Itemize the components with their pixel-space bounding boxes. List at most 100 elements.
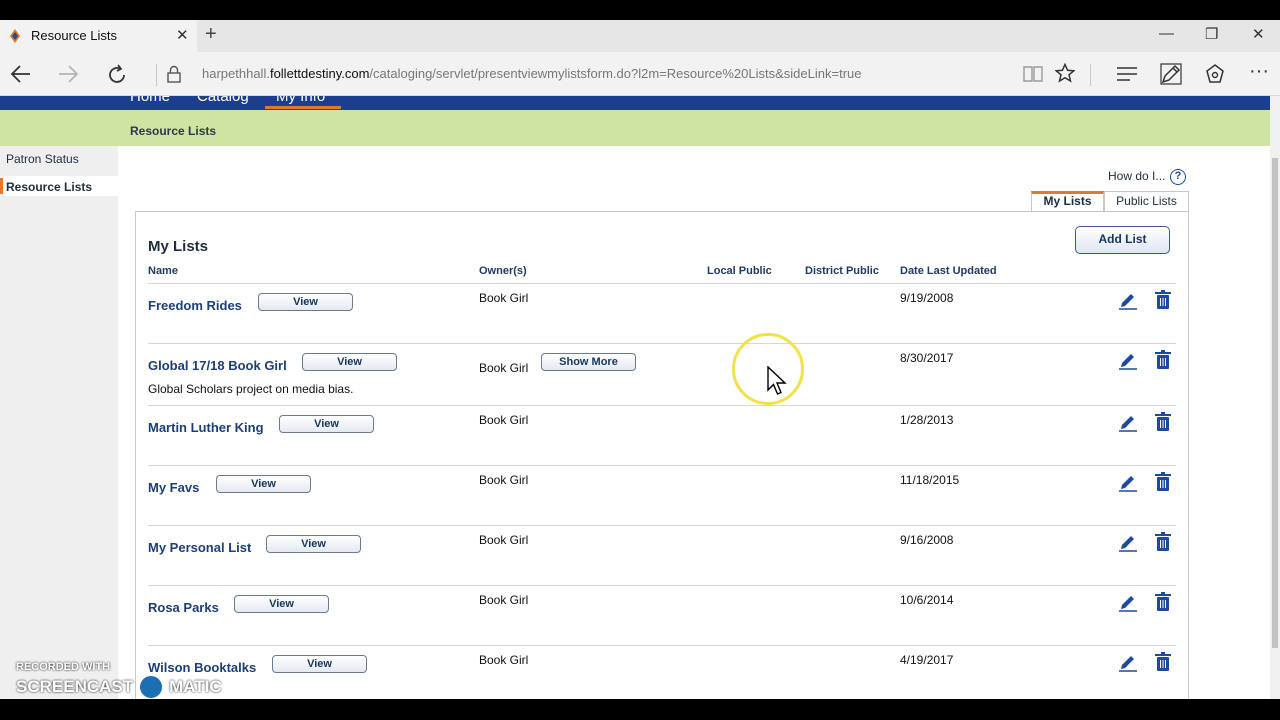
screen: Resource Lists ✕ + — ❐ ✕ harpethhall.fol… [0,0,1280,720]
nav-my-info[interactable]: My Info [276,96,325,105]
column-header-name[interactable]: Name [148,265,178,277]
nav-home[interactable]: Home [130,96,170,105]
edit-pencil-icon[interactable] [1118,472,1138,492]
edit-pencil-icon[interactable] [1118,652,1138,672]
top-navigation: Home Catalog My Info [0,96,1270,110]
list-name-link[interactable]: My Personal List [148,540,251,555]
list-row: Martin Luther King View Book Girl 1/28/2… [148,405,1176,465]
list-date: 8/30/2017 [900,351,954,365]
toolbar-separator [1090,64,1091,86]
lock-icon[interactable] [166,65,182,83]
edit-pencil-icon[interactable] [1118,350,1138,370]
tab-public-lists[interactable]: Public Lists [1104,191,1189,211]
close-tab-icon[interactable]: ✕ [176,26,189,44]
new-tab-icon[interactable]: + [205,23,217,46]
favicon-icon [10,29,20,43]
view-button[interactable]: View [272,655,367,673]
screencast-logo-icon [137,673,166,701]
list-date: 10/6/2014 [900,593,954,607]
list-row: My Personal List View Book Girl 9/16/200… [148,525,1176,585]
close-window-icon[interactable]: ✕ [1252,25,1265,43]
back-icon[interactable] [10,64,32,84]
watermark-word1: SCREENCAST [16,677,134,696]
watermark-line2: SCREENCAST MATIC [16,673,222,701]
share-icon[interactable] [1204,63,1226,85]
delete-trash-icon[interactable] [1153,290,1173,310]
url-prefix: harpethhall. [202,66,270,81]
view-button[interactable]: View [279,415,374,433]
page-scrollbar[interactable] [1270,96,1280,699]
sidebar: Patron Status Resource Lists [0,146,118,699]
delete-trash-icon[interactable] [1153,472,1173,492]
list-name-link[interactable]: Global 17/18 Book Girl [148,358,287,373]
toolbar-separator [156,64,157,86]
panel-title: My Lists [148,238,209,255]
scrollbar-thumb[interactable] [1272,158,1278,648]
sidebar-active-marker [0,178,3,194]
delete-trash-icon[interactable] [1153,350,1173,370]
hub-icon[interactable] [1116,66,1138,82]
web-page: Home Catalog My Info Resource Lists Patr… [0,96,1270,699]
delete-trash-icon[interactable] [1153,652,1173,672]
restore-icon[interactable]: ❐ [1205,25,1218,43]
edit-pencil-icon[interactable] [1118,532,1138,552]
view-button[interactable]: View [258,293,353,311]
address-bar[interactable]: harpethhall.follettdestiny.com/catalogin… [202,66,862,81]
tab-title: Resource Lists [31,28,117,43]
list-row: Rosa Parks View Book Girl 10/6/2014 [148,585,1176,645]
add-list-button[interactable]: Add List [1075,226,1170,254]
how-do-i-link[interactable]: How do I... [1108,169,1165,183]
browser-toolbar: harpethhall.follettdestiny.com/catalogin… [0,52,1280,96]
edit-pencil-icon[interactable] [1118,412,1138,432]
refresh-icon[interactable] [106,64,128,86]
show-more-button[interactable]: Show More [541,353,636,371]
top-black-bar [0,0,1280,20]
minimize-icon[interactable]: — [1159,25,1174,42]
sidebar-item-patron-status[interactable]: Patron Status [6,152,79,166]
watermark-word2: MATIC [169,677,222,696]
watermark-line1: RECORDED WITH [16,661,111,673]
browser-tab-strip: Resource Lists ✕ + — ❐ ✕ [0,20,1280,52]
column-header-owner[interactable]: Owner(s) [479,265,527,277]
url-path: /cataloging/servlet/presentviewmylistsfo… [369,66,862,81]
column-header-date-last-updated[interactable]: Date Last Updated [900,265,997,277]
list-name-link[interactable]: Martin Luther King [148,420,264,435]
view-button[interactable]: View [234,595,329,613]
reading-view-icon[interactable] [1023,65,1043,83]
list-row: Global 17/18 Book Girl View Global Schol… [148,343,1176,405]
tab-my-lists[interactable]: My Lists [1031,191,1104,211]
view-button[interactable]: View [266,535,361,553]
list-row: Wilson Booktalks View Book Girl 4/19/201… [148,645,1176,699]
list-owner: Book Girl [479,413,529,427]
favorite-star-icon[interactable] [1055,63,1075,83]
edit-pencil-icon[interactable] [1118,290,1138,310]
help-icon[interactable]: ? [1170,169,1186,185]
nav-active-indicator [265,106,341,109]
delete-trash-icon[interactable] [1153,412,1173,432]
forward-icon[interactable] [57,64,79,84]
list-owner: Book Girl [479,291,529,305]
view-button[interactable]: View [216,475,311,493]
column-header-district-public[interactable]: District Public [805,265,879,277]
column-header-local-public[interactable]: Local Public [707,265,772,277]
nav-catalog[interactable]: Catalog [197,96,249,105]
list-name-link[interactable]: Rosa Parks [148,600,219,615]
more-menu-icon[interactable]: ··· [1249,58,1269,84]
browser-tab[interactable]: Resource Lists ✕ [0,20,197,52]
list-owner: Book Girl [479,593,529,607]
list-name-link[interactable]: My Favs [148,480,199,495]
sidebar-item-resource-lists[interactable]: Resource Lists [6,180,92,194]
mouse-cursor-icon [767,366,787,395]
edit-pencil-icon[interactable] [1118,592,1138,612]
list-owner: Book Girl [479,533,529,547]
web-note-icon[interactable] [1160,63,1182,85]
view-button[interactable]: View [302,353,397,371]
delete-trash-icon[interactable] [1153,532,1173,552]
list-date: 4/19/2017 [900,653,954,667]
list-owner: Book Girl [479,473,529,487]
list-date: 9/19/2008 [900,291,954,305]
delete-trash-icon[interactable] [1153,592,1173,612]
list-description: Global Scholars project on media bias. [148,382,354,396]
list-name-link[interactable]: Freedom Rides [148,298,242,313]
list-row: My Favs View Book Girl 11/18/2015 [148,465,1176,525]
